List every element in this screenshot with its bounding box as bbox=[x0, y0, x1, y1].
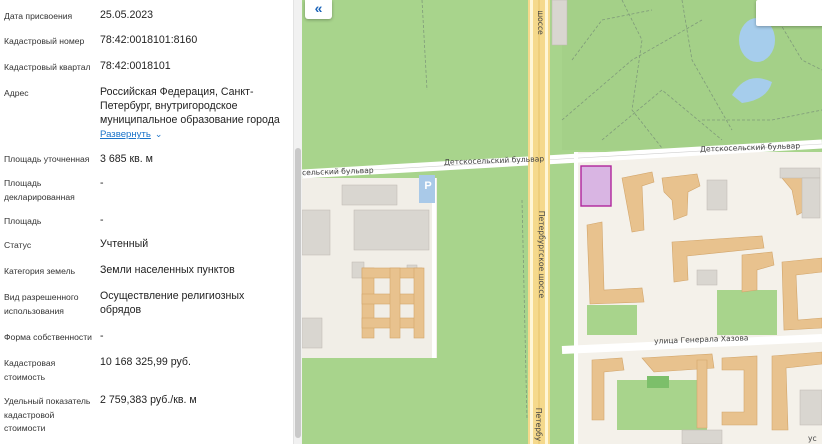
label-cadastral-value: Кадастровая стоимость bbox=[4, 358, 56, 382]
value-status: Учтенный bbox=[100, 238, 149, 250]
label-cadastral-quarter: Кадастровый квартал bbox=[4, 62, 91, 72]
value-permitted-use: Осуществление религиозных обрядов bbox=[100, 290, 245, 316]
scrollbar-thumb[interactable] bbox=[295, 148, 301, 438]
street-label-us: ус bbox=[808, 434, 817, 443]
label-ownership-form: Форма собственности bbox=[4, 332, 92, 342]
street-label-shosse-mid: Петербургское шоссе bbox=[537, 210, 547, 299]
parking-icon: P bbox=[424, 180, 432, 192]
label-assign-date: Дата присвоения bbox=[4, 11, 73, 21]
value-land-category: Земли населенных пунктов bbox=[100, 264, 235, 276]
label-status: Статус bbox=[4, 240, 32, 250]
value-assign-date: 25.05.2023 bbox=[100, 9, 154, 21]
value-area: - bbox=[100, 214, 104, 226]
street-label-shosse-top: шоссе bbox=[535, 10, 545, 35]
chevron-down-icon: ⌄ bbox=[154, 129, 163, 139]
value-ownership-form: - bbox=[100, 330, 104, 342]
map-search-box[interactable] bbox=[756, 0, 822, 26]
value-address: Российская Федерация, Санкт-Петербург, в… bbox=[100, 86, 280, 126]
collapse-panel-button[interactable]: « bbox=[305, 0, 332, 19]
label-permitted-use: Вид разрешенного использования bbox=[4, 292, 79, 316]
map-canvas[interactable] bbox=[302, 0, 822, 444]
address-expand-label[interactable]: Развернуть bbox=[100, 129, 151, 140]
address-expand-link[interactable]: Развернуть ⌄ bbox=[100, 129, 162, 140]
panel-scrollbar[interactable] bbox=[293, 0, 302, 444]
details-panel: Дата присвоения 25.05.2023 Кадастровый н… bbox=[0, 0, 293, 444]
map-view[interactable]: сельский бульвар Детскосельский бульвар … bbox=[302, 0, 822, 444]
label-area-declared: Площадь декларированная bbox=[4, 178, 75, 202]
label-land-category: Категория земель bbox=[4, 266, 76, 276]
value-cadastral-value: 10 168 325,99 руб. bbox=[100, 356, 191, 368]
street-label-shosse-bottom: Петербу bbox=[534, 407, 544, 442]
label-address: Адрес bbox=[4, 88, 29, 98]
value-area-specified: 3 685 кв. м bbox=[100, 153, 153, 165]
value-cadastral-quarter: 78:42:0018101 bbox=[100, 60, 171, 72]
label-specific-value: Удельный показатель кадастровой стоимост… bbox=[4, 396, 91, 433]
value-area-declared: - bbox=[100, 177, 104, 189]
label-cadastral-number: Кадастровый номер bbox=[4, 36, 85, 46]
value-specific-value: 2 759,383 руб./кв. м bbox=[100, 394, 197, 406]
label-area: Площадь bbox=[4, 216, 42, 226]
label-area-specified: Площадь уточненная bbox=[4, 154, 90, 164]
value-cadastral-number: 78:42:0018101:8160 bbox=[100, 34, 198, 46]
